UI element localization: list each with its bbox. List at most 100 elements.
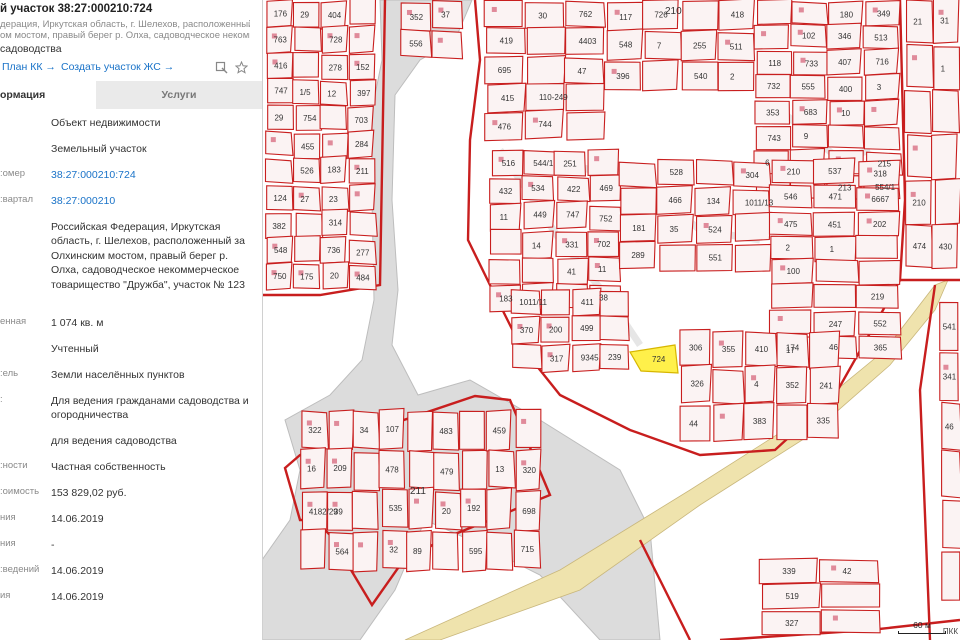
land-parcel[interactable] bbox=[827, 124, 865, 149]
land-parcel[interactable] bbox=[462, 449, 488, 490]
land-parcel[interactable] bbox=[863, 98, 900, 127]
land-parcel[interactable] bbox=[300, 528, 327, 570]
building-footprint bbox=[437, 37, 443, 43]
land-parcel[interactable] bbox=[295, 212, 324, 239]
land-parcel[interactable] bbox=[587, 148, 620, 176]
tab-services[interactable]: Услуги bbox=[96, 81, 262, 109]
land-parcel[interactable] bbox=[933, 46, 960, 91]
parcel-number-label: 176 bbox=[274, 9, 288, 18]
land-parcel[interactable] bbox=[858, 259, 902, 286]
land-parcel[interactable] bbox=[352, 531, 379, 573]
cadastral-number-link[interactable]: 38:27:000210:724 bbox=[51, 168, 257, 182]
parcel-number-label: 556 bbox=[409, 39, 423, 48]
land-parcel[interactable] bbox=[941, 551, 960, 601]
land-parcel[interactable] bbox=[459, 410, 485, 450]
land-parcel[interactable] bbox=[770, 235, 814, 260]
parcel-number-label: 702 bbox=[597, 240, 611, 249]
land-parcel[interactable] bbox=[814, 235, 857, 263]
plan-kk-link[interactable]: План КК → bbox=[2, 61, 56, 73]
land-parcel[interactable] bbox=[734, 211, 772, 242]
land-parcel[interactable] bbox=[348, 24, 376, 54]
cadastral-quarter-link[interactable]: 38:27:000210 bbox=[51, 194, 257, 208]
star-icon[interactable] bbox=[234, 60, 248, 75]
parcel-number-label: 519 bbox=[786, 592, 800, 601]
land-parcel[interactable] bbox=[292, 51, 320, 78]
land-parcel[interactable] bbox=[815, 258, 860, 283]
land-parcel[interactable] bbox=[931, 133, 958, 181]
land-parcel[interactable] bbox=[328, 409, 355, 452]
land-parcel[interactable] bbox=[855, 234, 898, 259]
land-parcel[interactable] bbox=[932, 89, 960, 134]
land-parcel[interactable] bbox=[599, 315, 630, 342]
land-parcel[interactable] bbox=[659, 244, 696, 272]
parcel-number-label: 12 bbox=[327, 89, 336, 98]
land-parcel[interactable] bbox=[865, 72, 901, 101]
land-parcel[interactable] bbox=[713, 402, 745, 443]
land-parcel[interactable] bbox=[432, 531, 459, 571]
land-parcel[interactable] bbox=[907, 134, 936, 179]
tab-information[interactable]: ормация bbox=[0, 81, 96, 111]
land-parcel[interactable] bbox=[820, 609, 881, 634]
map-canvas[interactable]: 1761241/5175183152277419110-249117255118… bbox=[262, 0, 960, 640]
land-parcel[interactable] bbox=[821, 583, 881, 608]
land-parcel[interactable] bbox=[319, 104, 347, 131]
land-parcel[interactable] bbox=[717, 61, 755, 92]
land-parcel[interactable] bbox=[431, 30, 464, 60]
land-parcel[interactable] bbox=[409, 450, 437, 490]
land-parcel[interactable] bbox=[351, 490, 379, 530]
land-parcel[interactable] bbox=[813, 283, 857, 309]
land-parcel[interactable] bbox=[620, 187, 657, 215]
land-parcel[interactable] bbox=[526, 26, 566, 55]
attribute-value: 1 074 кв. м bbox=[51, 317, 104, 329]
land-parcel[interactable] bbox=[644, 30, 683, 61]
land-parcel[interactable] bbox=[618, 161, 658, 189]
land-parcel[interactable] bbox=[486, 487, 513, 531]
land-parcel[interactable] bbox=[294, 235, 321, 263]
land-parcel[interactable] bbox=[768, 309, 812, 335]
land-parcel[interactable] bbox=[712, 369, 746, 405]
land-parcel[interactable] bbox=[489, 228, 522, 255]
land-parcel[interactable] bbox=[483, 0, 523, 28]
land-parcel[interactable] bbox=[349, 211, 378, 237]
land-parcel[interactable] bbox=[757, 0, 793, 25]
land-parcel[interactable] bbox=[527, 55, 567, 86]
land-parcel[interactable] bbox=[512, 343, 543, 370]
land-parcel[interactable] bbox=[349, 0, 377, 25]
land-parcel[interactable] bbox=[566, 111, 606, 141]
land-parcel[interactable] bbox=[792, 124, 829, 149]
land-parcel[interactable] bbox=[642, 59, 679, 92]
cadastral-map[interactable]: 176 124 1/5 175 183 152 277 419 110-249 117 255 118… bbox=[262, 0, 960, 640]
land-parcel[interactable] bbox=[776, 404, 808, 441]
parcel-number-label: 9345 bbox=[581, 354, 599, 363]
land-parcel[interactable] bbox=[903, 89, 932, 135]
land-parcel[interactable] bbox=[353, 452, 381, 492]
land-parcel[interactable] bbox=[906, 43, 935, 89]
land-parcel[interactable] bbox=[934, 178, 960, 226]
land-parcel[interactable] bbox=[791, 1, 829, 26]
land-parcel[interactable] bbox=[941, 449, 960, 499]
quarter-210-label: 210 bbox=[665, 6, 682, 17]
land-parcel[interactable] bbox=[349, 183, 376, 212]
land-parcel[interactable] bbox=[942, 499, 960, 549]
land-parcel[interactable] bbox=[407, 410, 434, 452]
land-parcel[interactable] bbox=[695, 159, 735, 186]
land-parcel[interactable] bbox=[863, 126, 901, 151]
land-parcel[interactable] bbox=[565, 82, 605, 112]
land-parcel[interactable] bbox=[515, 408, 542, 449]
parcel-number-label: 698 bbox=[522, 507, 536, 516]
building-footprint bbox=[777, 315, 783, 321]
land-parcel[interactable] bbox=[294, 26, 323, 52]
land-parcel[interactable] bbox=[771, 282, 814, 309]
bookmark-icon[interactable] bbox=[214, 61, 228, 75]
land-parcel[interactable] bbox=[264, 158, 294, 184]
land-parcel[interactable] bbox=[521, 257, 554, 284]
land-parcel[interactable] bbox=[486, 531, 514, 571]
land-parcel[interactable] bbox=[682, 0, 719, 31]
land-parcel[interactable] bbox=[753, 24, 790, 50]
land-parcel[interactable] bbox=[744, 364, 776, 404]
parcel-number-label: 476 bbox=[498, 123, 512, 132]
land-parcel[interactable] bbox=[488, 259, 521, 285]
land-parcel[interactable] bbox=[734, 243, 772, 273]
land-parcel[interactable] bbox=[265, 130, 294, 156]
create-parcel-link[interactable]: Создать участок ЖС → bbox=[61, 61, 174, 73]
